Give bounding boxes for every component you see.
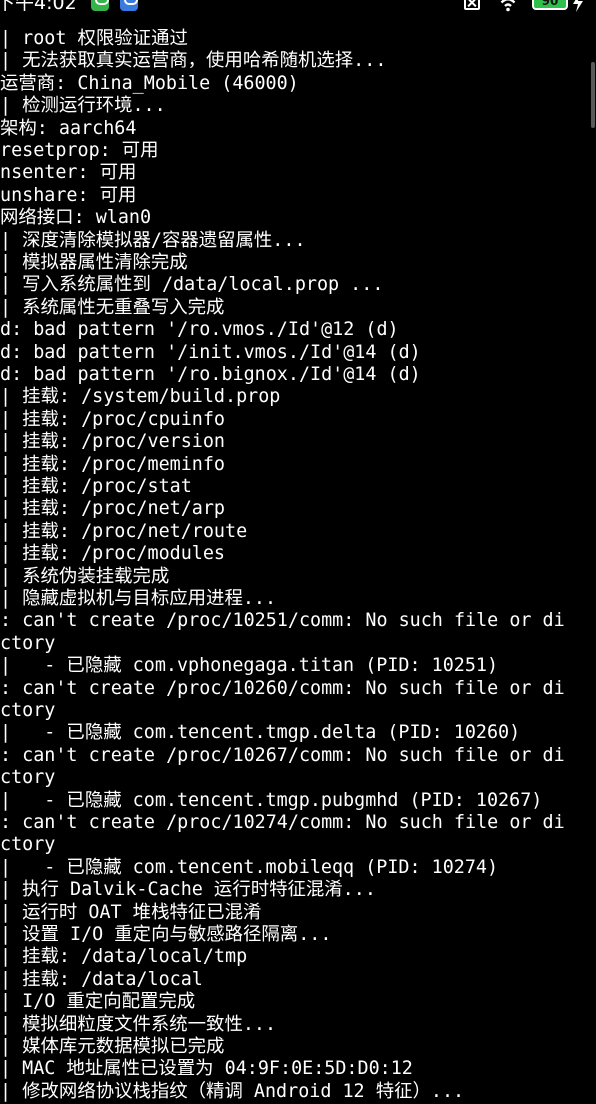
- terminal-line: | 挂载: /proc/net/route: [0, 520, 248, 542]
- app-notification-icon: [120, 0, 138, 11]
- wifi-icon: [500, 0, 516, 12]
- terminal-line: nsenter: 可用: [0, 162, 137, 184]
- terminal-line: 架构: aarch64: [0, 117, 137, 139]
- terminal-line: d: bad pattern '/ro.bignox./Id'@14 (d): [0, 364, 421, 385]
- terminal-line: ctory: [0, 767, 56, 789]
- terminal-line: | 修改网络协议栈指纹（精调 Android 12 特征）...: [0, 1080, 465, 1102]
- app-notification-icon: [91, 0, 109, 11]
- terminal-line: | 隐藏虚拟机与目标应用进程...: [0, 588, 277, 609]
- charging-bolt-icon: [573, 0, 583, 12]
- terminal-line: | 系统属性无重叠写入完成: [0, 296, 225, 318]
- terminal-line: resetprop: 可用: [0, 140, 159, 161]
- terminal-line: | - 已隐藏 com.tencent.mobileqq (PID: 10274…: [0, 856, 499, 878]
- terminal-line: | root 权限验证通过: [0, 28, 188, 49]
- terminal-line: 运营商: China_Mobile (46000): [0, 72, 299, 94]
- battery-level: 90: [541, 0, 559, 8]
- terminal-line: | 深度清除模拟器/容器遗留属性...: [0, 229, 306, 251]
- terminal-line: ctory: [0, 700, 56, 721]
- scrollbar-thumb[interactable]: [591, 62, 595, 128]
- terminal-line: | 挂载: /proc/stat: [0, 476, 192, 497]
- terminal-line: | - 已隐藏 com.tencent.tmgp.pubgmhd (PID: 1…: [0, 789, 543, 811]
- terminal-line: | 挂载: /proc/net/arp: [0, 498, 226, 520]
- terminal-line: | 挂载: /proc/cpuinfo: [0, 408, 226, 430]
- terminal-line: | I/O 重定向配置完成: [0, 991, 196, 1013]
- terminal-line: | 运行时 OAT 堆栈特征已混淆: [0, 901, 262, 923]
- terminal-line: : can't create /proc/10267/comm: No such…: [0, 744, 565, 766]
- terminal-line: : can't create /proc/10260/comm: No such…: [0, 677, 565, 699]
- status-time: 下午4:02: [0, 0, 77, 14]
- battery-icon: 90: [532, 0, 568, 10]
- terminal-line: | 系统伪装挂载完成: [0, 565, 170, 587]
- terminal-line: | 挂载: /data/local: [0, 968, 203, 990]
- terminal-line: | 挂载: /system/build.prop: [0, 386, 281, 408]
- terminal-line: : can't create /proc/10251/comm: No such…: [0, 610, 565, 632]
- terminal-line: | 媒体库元数据模拟已完成: [0, 1036, 225, 1057]
- terminal-line: | 挂载: /proc/meminfo: [0, 453, 226, 475]
- status-bar: 下午4:02 90: [0, 0, 596, 14]
- terminal-line: | 挂载: /data/local/tmp: [0, 946, 248, 968]
- terminal-line: | 无法获取真实运营商，使用哈希随机选择...: [0, 50, 387, 72]
- terminal-line: | - 已隐藏 com.tencent.tmgp.delta (PID: 102…: [0, 722, 521, 744]
- terminal-line: | - 已隐藏 com.vphonegaga.titan (PID: 10251…: [0, 655, 499, 677]
- terminal-line: | 检测运行环境...: [0, 95, 166, 117]
- terminal-line: | 写入系统属性到 /data/local.prop ...: [0, 274, 384, 296]
- terminal-line: ctory: [0, 632, 56, 654]
- sim-off-icon: [464, 0, 480, 10]
- terminal-line: | MAC 地址属性已设置为 04:9F:0E:5D:D0:12: [0, 1058, 413, 1080]
- terminal-line: d: bad pattern '/init.vmos./Id'@14 (d): [0, 341, 421, 363]
- terminal-line: : can't create /proc/10274/comm: No such…: [0, 812, 565, 833]
- terminal-line: | 模拟细粒度文件系统一致性...: [0, 1013, 277, 1035]
- terminal-line: 网络接口: wlan0: [0, 207, 152, 229]
- terminal-line: | 挂载: /proc/modules: [0, 543, 226, 565]
- terminal-line: | 挂载: /proc/version: [0, 431, 226, 453]
- terminal-line: | 执行 Dalvik-Cache 运行时特征混淆...: [0, 879, 376, 901]
- terminal-line: | 模拟器属性清除完成: [0, 252, 188, 273]
- terminal-line: ctory: [0, 834, 56, 856]
- terminal-line: unshare: 可用: [0, 184, 137, 206]
- terminal-line: d: bad pattern '/ro.vmos./Id'@12 (d): [0, 319, 399, 341]
- terminal-line: | 设置 I/O 重定向与敏感路径隔离...: [0, 924, 332, 945]
